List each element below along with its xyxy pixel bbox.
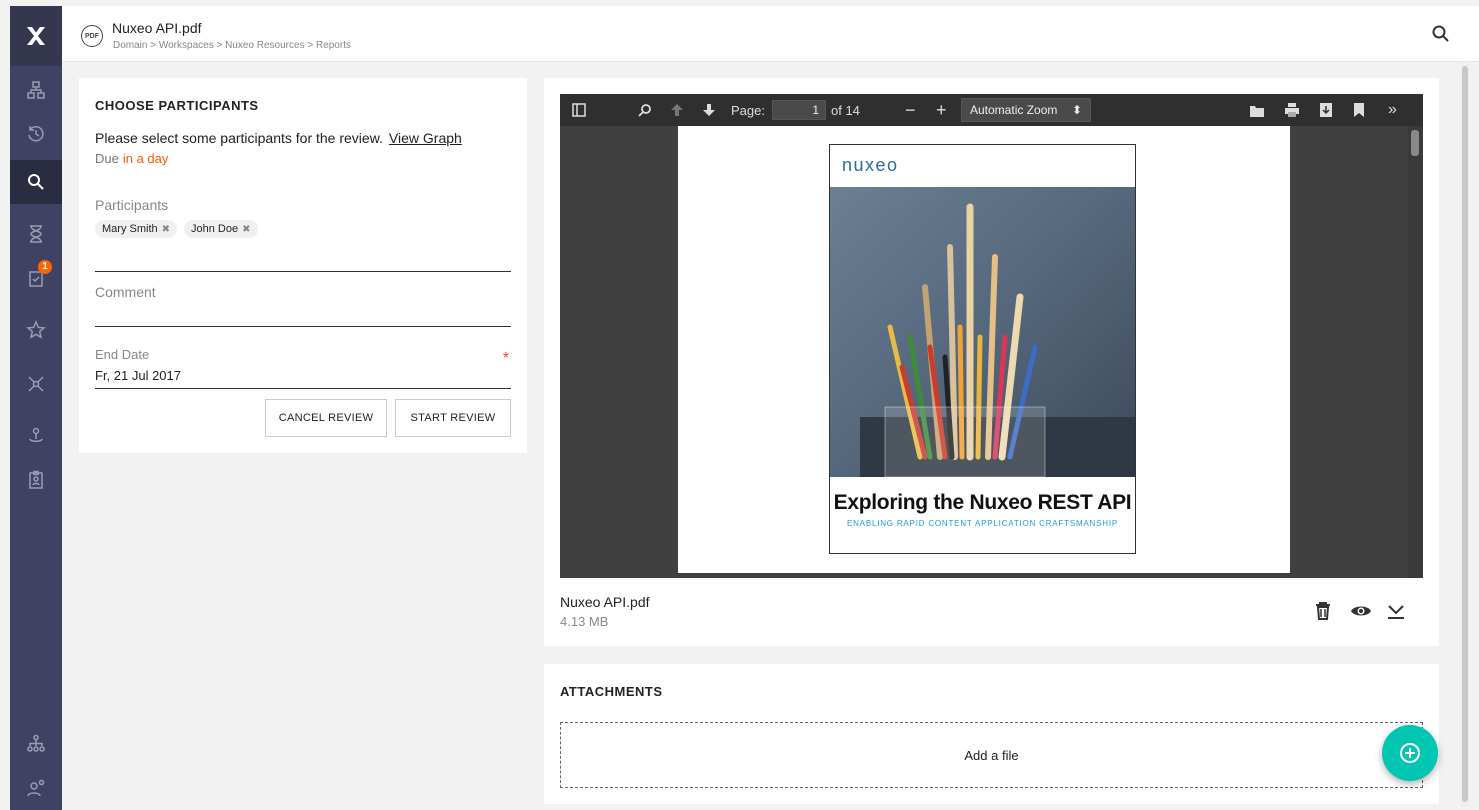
pdf-viewer: Page: 1 of 14 − + Automatic Zoom ⬍ » nuxe… — [560, 94, 1423, 578]
participant-chip[interactable]: Mary Smith ✖ — [95, 220, 178, 238]
page-number-input[interactable]: 1 — [772, 100, 826, 120]
tools-icon[interactable]: » — [1388, 101, 1397, 118]
cover-subtitle: ENABLING RAPID CONTENT APPLICATION CRAFT… — [846, 519, 1119, 528]
print-icon[interactable] — [1284, 102, 1300, 118]
search-icon[interactable] — [10, 160, 62, 204]
remove-icon[interactable]: ✖ — [242, 224, 250, 235]
document-title: Nuxeo API.pdf — [112, 20, 202, 36]
browse-tree-icon[interactable] — [10, 68, 62, 112]
next-page-icon[interactable] — [702, 102, 716, 118]
zoom-select[interactable]: Automatic Zoom ⬍ — [961, 98, 1091, 122]
nuxeo-logo[interactable] — [10, 6, 62, 66]
preview-card: Page: 1 of 14 − + Automatic Zoom ⬍ » nuxe… — [544, 78, 1439, 646]
brushes-photo — [830, 187, 1135, 477]
x-logo-icon — [27, 27, 45, 45]
pdf-file-icon: PDF — [81, 25, 103, 47]
download-icon[interactable] — [1385, 600, 1407, 622]
instructions: Please select some participants for the … — [95, 130, 462, 146]
start-review-button[interactable]: START REVIEW — [395, 399, 511, 437]
tasks-badge: 1 — [38, 260, 52, 274]
attachments-title: ATTACHMENTS — [560, 684, 663, 699]
file-name: Nuxeo API.pdf — [560, 594, 650, 610]
instructions-text: Please select some participants for the … — [95, 130, 383, 146]
end-date-input[interactable]: Fr, 21 Jul 2017 — [95, 368, 181, 383]
cancel-review-button[interactable]: CANCEL REVIEW — [265, 399, 387, 437]
download-icon[interactable] — [1318, 102, 1334, 118]
review-form-card: CHOOSE PARTICIPANTS Please select some p… — [79, 78, 527, 453]
participants-label: Participants — [95, 197, 169, 213]
top-bar: PDF Nuxeo API.pdf Domain > Workspaces > … — [62, 6, 1479, 62]
select-arrow-icon: ⬍ — [1071, 103, 1082, 117]
add-button[interactable] — [1382, 725, 1438, 781]
tasks-icon[interactable]: 1 — [10, 256, 62, 300]
due-value: in a day — [122, 151, 169, 166]
comment-label[interactable]: Comment — [95, 284, 156, 300]
history-icon[interactable] — [10, 112, 62, 156]
hourglass-icon[interactable] — [10, 212, 62, 256]
open-file-icon[interactable] — [1249, 102, 1265, 118]
clipboard-icon[interactable] — [10, 458, 62, 502]
pdf-toolbar: Page: 1 of 14 − + Automatic Zoom ⬍ » — [560, 94, 1423, 126]
chip-label: Mary Smith — [102, 223, 158, 235]
main-scroll-thumb[interactable] — [1462, 66, 1468, 802]
viewer-scrollbar[interactable] — [1408, 126, 1423, 578]
comment-underline — [95, 326, 511, 327]
sidebar: 1 — [10, 6, 62, 810]
pdf-page: nuxeo Exploring the Nuxeo REST API ENABL… — [678, 126, 1290, 573]
previous-page-icon[interactable] — [670, 102, 684, 118]
administration-icon[interactable] — [10, 722, 62, 766]
find-icon[interactable] — [638, 102, 652, 118]
remove-icon[interactable]: ✖ — [162, 224, 170, 235]
attachments-card: ATTACHMENTS Add a file — [544, 664, 1439, 804]
zoom-out-icon[interactable]: − — [905, 100, 916, 120]
chip-label: John Doe — [191, 223, 239, 235]
brushes-illustration — [830, 187, 1135, 477]
page-total: of 14 — [831, 102, 860, 118]
preview-eye-icon[interactable] — [1350, 600, 1372, 622]
file-size: 4.13 MB — [560, 614, 609, 629]
sidebar-toggle-icon[interactable] — [572, 102, 586, 118]
add-circle-icon — [1400, 743, 1420, 763]
zoom-in-icon[interactable]: + — [936, 100, 947, 120]
nuxeo-logo-text: nuxeo — [842, 155, 899, 175]
cover-page: nuxeo Exploring the Nuxeo REST API ENABL… — [829, 144, 1136, 554]
trash-icon[interactable] — [1312, 600, 1334, 622]
zoom-value: Automatic Zoom — [970, 103, 1058, 117]
view-graph-link[interactable]: View Graph — [389, 130, 462, 146]
due-text: Due in a day — [95, 151, 168, 166]
main-scrollbar[interactable] — [1461, 62, 1469, 806]
breadcrumb[interactable]: Domain > Workspaces > Nuxeo Resources > … — [113, 40, 351, 51]
user-settings-icon[interactable] — [10, 766, 62, 810]
page-label: Page: — [731, 102, 765, 118]
due-label: Due — [95, 151, 119, 166]
end-date-label: End Date — [95, 347, 150, 362]
participants-chips[interactable]: Mary Smith ✖ John Doe ✖ — [95, 220, 258, 238]
search-icon[interactable] — [1431, 24, 1451, 44]
add-file-dropzone[interactable]: Add a file — [560, 722, 1423, 788]
collections-icon[interactable] — [10, 362, 62, 406]
section-title: CHOOSE PARTICIPANTS — [95, 98, 259, 113]
end-date-underline — [95, 388, 511, 389]
cover-title: Exploring the Nuxeo REST API — [833, 491, 1132, 514]
bookmark-icon[interactable] — [1352, 102, 1366, 118]
required-mark: * — [502, 350, 509, 367]
viewer-scroll-thumb[interactable] — [1411, 130, 1419, 156]
participant-chip[interactable]: John Doe ✖ — [184, 220, 258, 238]
star-icon[interactable] — [10, 308, 62, 352]
personal-workspace-icon[interactable] — [10, 414, 62, 458]
participants-underline — [95, 271, 511, 272]
